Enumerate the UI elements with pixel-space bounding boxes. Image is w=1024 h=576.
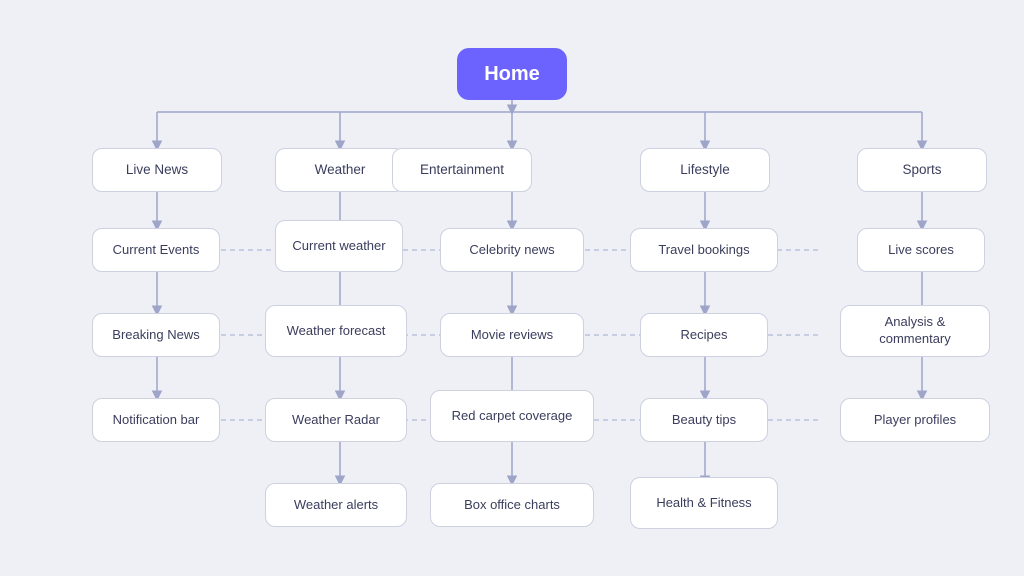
node-lifestyle: Lifestyle <box>640 148 770 192</box>
node-red-carpet-coverage: Red carpet coverage <box>430 390 594 442</box>
node-celebrity-news: Celebrity news <box>440 228 584 272</box>
node-notification-bar: Notification bar <box>92 398 220 442</box>
node-weather-radar: Weather Radar <box>265 398 407 442</box>
node-current-events: Current Events <box>92 228 220 272</box>
node-player-profiles: Player profiles <box>840 398 990 442</box>
node-breaking-news: Breaking News <box>92 313 220 357</box>
node-sports: Sports <box>857 148 987 192</box>
node-home: Home <box>457 48 567 100</box>
node-box-office-charts: Box office charts <box>430 483 594 527</box>
node-movie-reviews: Movie reviews <box>440 313 584 357</box>
node-live-scores: Live scores <box>857 228 985 272</box>
node-live-news: Live News <box>92 148 222 192</box>
node-health-fitness: Health & Fitness <box>630 477 778 529</box>
node-weather-alerts: Weather alerts <box>265 483 407 527</box>
node-travel-bookings: Travel bookings <box>630 228 778 272</box>
node-beauty-tips: Beauty tips <box>640 398 768 442</box>
node-weather-forecast: Weather forecast <box>265 305 407 357</box>
node-entertainment: Entertainment <box>392 148 532 192</box>
diagram: Home Live News Weather Entertainment Lif… <box>0 0 1024 576</box>
node-analysis-commentary: Analysis & commentary <box>840 305 990 357</box>
node-current-weather: Current weather <box>275 220 403 272</box>
node-recipes: Recipes <box>640 313 768 357</box>
node-weather: Weather <box>275 148 405 192</box>
